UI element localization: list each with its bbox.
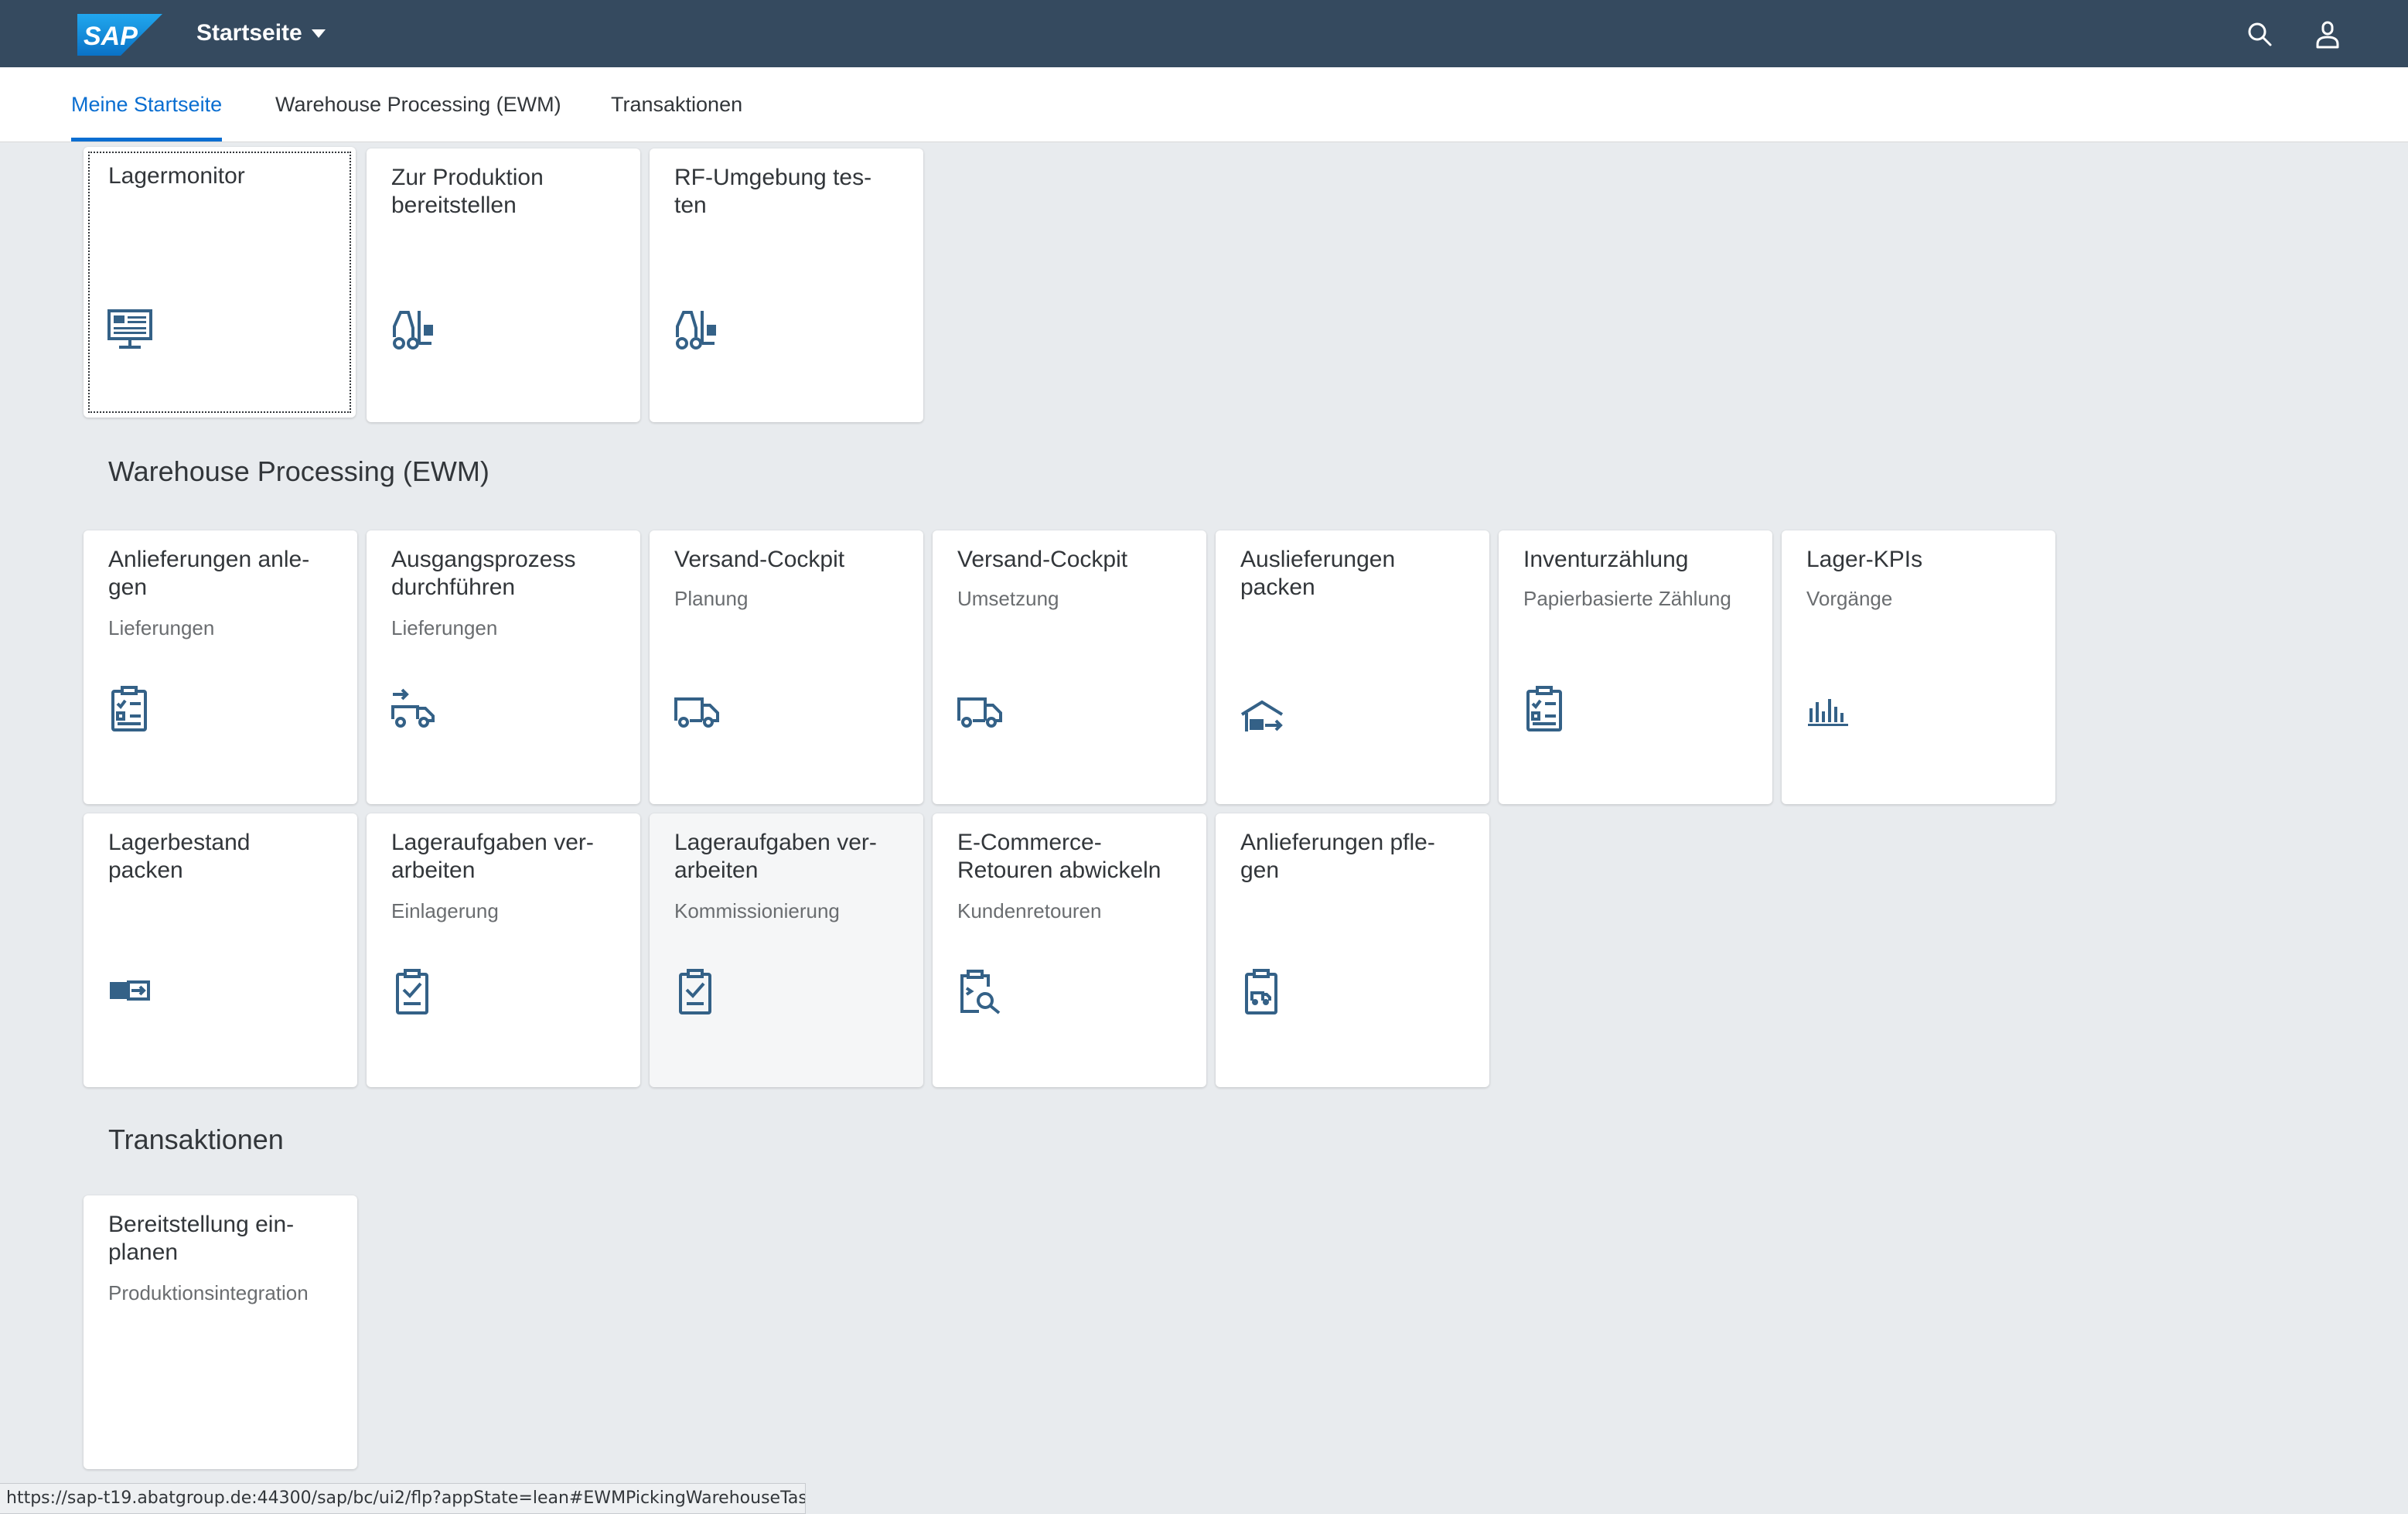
- user-icon: [2316, 21, 2339, 49]
- bar-chart-icon: [1805, 685, 1853, 733]
- section-title-ewm: Warehouse Processing (EWM): [108, 455, 489, 487]
- truck-icon: [956, 685, 1004, 733]
- user-menu-button[interactable]: [2309, 15, 2346, 53]
- stock-transfer-icon: [107, 967, 155, 1014]
- tile-subtitle: Produktionsintegration: [108, 1281, 309, 1304]
- truck-icon: [673, 685, 721, 733]
- outbound-truck-icon: [390, 685, 438, 733]
- tile-subtitle: Lieferungen: [391, 616, 498, 639]
- tile-lager-kpis[interactable]: Lager-KPIs Vorgänge: [1782, 530, 2055, 804]
- tile-title: Auslieferungen packen: [1240, 547, 1396, 600]
- tile-title: E-Commerce- Retouren abwickeln: [957, 830, 1161, 883]
- svg-text:SAP: SAP: [84, 22, 138, 51]
- tile-lagermonitor[interactable]: Lagermonitor: [84, 147, 356, 418]
- tile-anlieferungen-anlegen[interactable]: Anlieferungen anle- gen Lieferungen: [84, 530, 357, 804]
- clipboard-task-icon: [673, 968, 721, 1016]
- forklift-icon: [390, 306, 438, 354]
- tile-title: Versand-Cockpit: [674, 547, 845, 572]
- tile-title: Anlieferungen pfle- gen: [1240, 830, 1435, 883]
- clipboard-truck-icon: [1239, 968, 1287, 1016]
- tile-title: Lagerbestand packen: [108, 830, 251, 883]
- clipboard-checklist-icon: [1522, 685, 1570, 733]
- tile-versand-cockpit-planung[interactable]: Versand-Cockpit Planung: [650, 530, 923, 804]
- tab-warehouse-processing[interactable]: Warehouse Processing (EWM): [275, 67, 561, 142]
- tile-lageraufgaben-einlagerung[interactable]: Lageraufgaben ver- arbeiten Einlagerung: [367, 813, 640, 1087]
- tile-title: Lagermonitor: [108, 163, 245, 189]
- tile-subtitle: Kommissionierung: [674, 899, 840, 922]
- search-icon: [2248, 22, 2272, 46]
- tile-ausgangsprozess-durchfuehren[interactable]: Ausgangsprozess durchführen Lieferungen: [367, 530, 640, 804]
- tile-bereitstellung-einplanen[interactable]: Bereitstellung ein- planen Produktionsin…: [84, 1195, 357, 1469]
- tile-title: Inventurzählung: [1523, 547, 1689, 572]
- tile-subtitle: Lieferungen: [108, 616, 215, 639]
- tile-lagerbestand-packen[interactable]: Lagerbestand packen: [84, 813, 357, 1087]
- caret-down-icon: [311, 29, 326, 38]
- tab-transaktionen[interactable]: Transaktionen: [611, 67, 742, 142]
- tile-zur-produktion-bereitstellen[interactable]: Zur Produktion bereitstellen: [367, 148, 640, 422]
- clipboard-task-icon: [390, 968, 438, 1016]
- tile-subtitle: Einlagerung: [391, 899, 499, 922]
- tile-title: Ausgangsprozess durchführen: [391, 547, 576, 600]
- forklift-icon: [673, 306, 721, 354]
- tile-inventurzaehlung[interactable]: Inventurzählung Papierbasierte Zählung: [1499, 530, 1772, 804]
- tile-title: Zur Produktion bereitstellen: [391, 165, 544, 218]
- status-url: https://sap-t19.abatgroup.de:44300/sap/b…: [0, 1483, 806, 1514]
- tile-title: Bereitstellung ein- planen: [108, 1212, 295, 1265]
- tile-subtitle: Planung: [674, 587, 749, 610]
- tile-versand-cockpit-umsetzung[interactable]: Versand-Cockpit Umsetzung: [933, 530, 1206, 804]
- anchor-navigation-bar: Meine Startseite Warehouse Processing (E…: [0, 67, 2408, 142]
- shell-bar: SAP Startseite: [0, 0, 2408, 67]
- shell-title-menu[interactable]: Startseite: [196, 17, 326, 49]
- tile-subtitle: Umsetzung: [957, 587, 1059, 610]
- search-button[interactable]: [2241, 15, 2278, 53]
- tile-title: Anlieferungen anle- gen: [108, 547, 310, 600]
- tile-subtitle: Vorgänge: [1806, 587, 1893, 610]
- section-title-transaktionen: Transaktionen: [108, 1124, 284, 1155]
- warehouse-outbound-icon: [1239, 691, 1287, 739]
- tile-title: RF-Umgebung tes- ten: [674, 165, 872, 218]
- shell-title: Startseite: [196, 20, 302, 46]
- tile-title: Lager-KPIs: [1806, 547, 1923, 572]
- clipboard-checklist-icon: [107, 685, 155, 733]
- tile-anlieferungen-pflegen[interactable]: Anlieferungen pfle- gen: [1216, 813, 1489, 1087]
- tile-rf-umgebung-testen[interactable]: RF-Umgebung tes- ten: [650, 148, 923, 422]
- tile-auslieferungen-packen[interactable]: Auslieferungen packen: [1216, 530, 1489, 804]
- tile-title: Lageraufgaben ver- arbeiten: [391, 830, 594, 883]
- monitor-icon: [107, 306, 155, 354]
- tab-meine-startseite[interactable]: Meine Startseite: [71, 67, 223, 142]
- tile-title: Versand-Cockpit: [957, 547, 1128, 572]
- returns-search-icon: [956, 968, 1004, 1016]
- tile-e-commerce-retouren[interactable]: E-Commerce- Retouren abwickeln Kundenret…: [933, 813, 1206, 1087]
- tile-subtitle: Kundenretouren: [957, 899, 1102, 922]
- sap-logo[interactable]: SAP: [77, 14, 162, 56]
- tile-lageraufgaben-kommissionierung[interactable]: Lageraufgaben ver- arbeiten Kommissionie…: [650, 813, 923, 1087]
- tile-title: Lageraufgaben ver- arbeiten: [674, 830, 877, 883]
- tile-subtitle: Papierbasierte Zählung: [1523, 587, 1731, 610]
